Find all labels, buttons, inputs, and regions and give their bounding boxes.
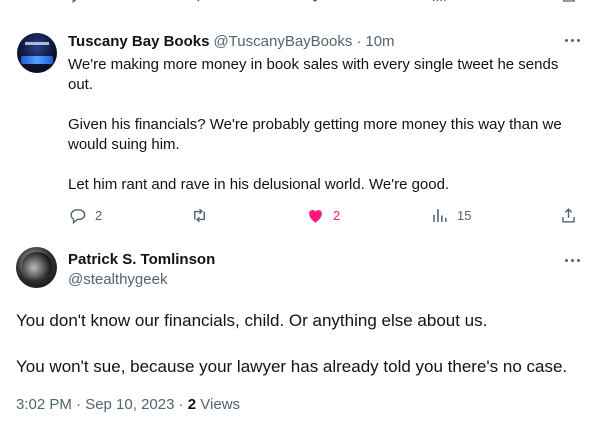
meta-separator: ·: [174, 396, 188, 413]
previous-retweet-button[interactable]: [190, 0, 208, 4]
more-icon[interactable]: [565, 255, 583, 265]
avatar-logo-band: [21, 56, 53, 64]
avatar-logo-text: [25, 42, 49, 45]
tweet-paragraph: Let him rant and rave in his delusional …: [68, 176, 450, 193]
previous-reply-count: 3: [96, 0, 103, 3]
views-count: 15: [457, 208, 472, 223]
tweet-paragraph: Given his financials? We're probably get…: [68, 116, 562, 153]
author-handle[interactable]: @stealthygeek: [68, 271, 167, 288]
retweet-icon: [194, 208, 205, 223]
author-handle[interactable]: @TuscanyBayBooks: [213, 33, 352, 50]
like-button[interactable]: 2: [306, 206, 340, 225]
avatar[interactable]: [17, 33, 57, 73]
share-icon: [562, 208, 575, 223]
tweet-actions: 2 2 15: [68, 206, 580, 226]
tweet-timestamp[interactable]: 3:02 PM · Sep 10, 2023: [16, 396, 174, 413]
previous-views-count: 44: [458, 0, 472, 3]
reply-icon: [70, 209, 86, 225]
tweet-text: We're making more money in book sales wi…: [68, 55, 578, 195]
reply-icon: [72, 0, 77, 4]
previous-like-button[interactable]: 1: [306, 0, 341, 4]
previous-tweet-actions: 3 1 44: [0, 0, 594, 8]
views-icon: [433, 0, 446, 1]
tweet-paragraph: You don't know our financials, child. Or…: [16, 311, 488, 330]
more-icon[interactable]: [565, 35, 583, 45]
author-name[interactable]: Tuscany Bay Books: [68, 33, 209, 50]
retweet-button[interactable]: [190, 206, 217, 225]
views-count: 2: [187, 396, 197, 413]
tweet-time[interactable]: 10m: [365, 33, 394, 50]
reply-count: 2: [95, 208, 103, 223]
like-count: 2: [333, 208, 341, 223]
previous-like-count: 1: [334, 0, 341, 3]
tweet-metadata: 3:02 PM · Sep 10, 2023 · 2 Views: [16, 396, 240, 413]
author-name[interactable]: Patrick S. Tomlinson: [68, 251, 215, 268]
views-label: Views: [196, 396, 241, 413]
heart-filled-icon: [309, 210, 322, 223]
tweet-text: You don't know our financials, child. Or…: [16, 309, 586, 378]
heart-icon: [312, 0, 318, 2]
reply-button[interactable]: 2: [68, 206, 102, 225]
previous-views-button[interactable]: 44: [430, 0, 472, 4]
views-button[interactable]: 15: [430, 206, 471, 225]
separator-dot: ·: [356, 33, 362, 50]
share-icon: [563, 0, 575, 2]
avatar-photo: [22, 252, 52, 278]
tweet-paragraph: We're making more money in book sales wi…: [68, 56, 559, 93]
avatar[interactable]: [16, 247, 57, 288]
previous-share-button[interactable]: [560, 0, 578, 4]
views-icon: [433, 209, 447, 222]
reply-tweet-header: Tuscany Bay Books @TuscanyBayBooks · 10m: [68, 33, 395, 50]
retweet-icon: [197, 0, 200, 2]
previous-reply-button[interactable]: 3: [68, 0, 103, 4]
tweet-paragraph: You won't sue, because your lawyer has a…: [16, 357, 568, 376]
share-button[interactable]: [559, 206, 578, 225]
